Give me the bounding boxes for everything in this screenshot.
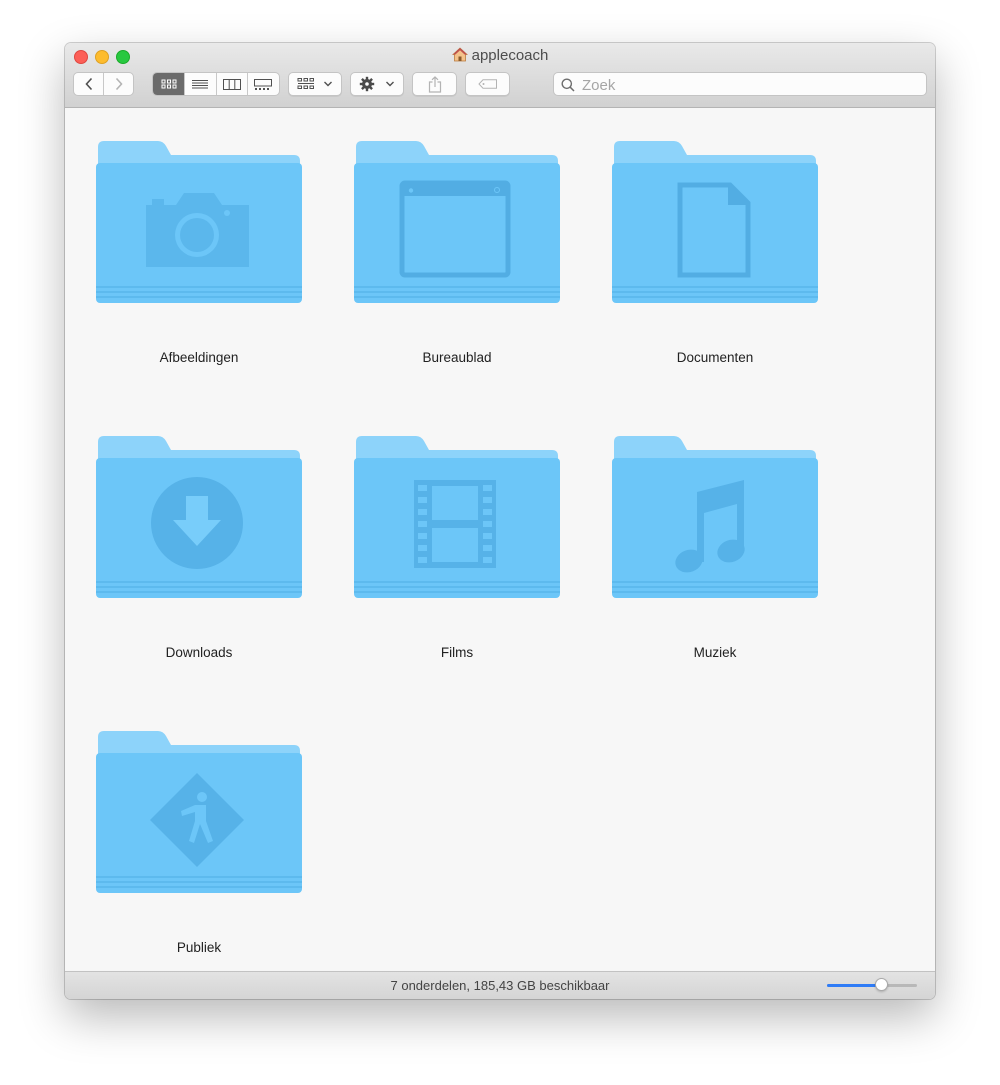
chevron-left-icon [85, 77, 92, 91]
folder-label: Downloads [165, 645, 233, 660]
view-mode-control [152, 72, 280, 96]
slider-knob[interactable] [875, 978, 888, 991]
navigation-buttons [73, 72, 134, 96]
action-menu-button[interactable] [350, 72, 404, 96]
film-strip-icon [414, 480, 496, 568]
folder-item-muziek[interactable]: Muziek [610, 430, 820, 660]
gallery-view-icon [254, 78, 273, 90]
folder-label: Publiek [176, 940, 222, 955]
back-button[interactable] [74, 73, 105, 95]
tag-icon [477, 79, 497, 89]
search-icon [561, 78, 575, 92]
column-view-icon [222, 78, 241, 90]
icon-view-icon [161, 79, 177, 89]
chevron-right-icon [115, 77, 123, 91]
folder-label: Films [440, 645, 474, 660]
folder-item-documenten[interactable]: Documenten [610, 135, 820, 365]
public-folder-icon [96, 731, 302, 893]
folder-grid: Afbeeldingen Bureaublad Documenten Downl… [65, 108, 935, 970]
icon-size-slider[interactable] [827, 978, 917, 991]
list-view-icon [192, 79, 209, 88]
home-icon [451, 47, 468, 62]
icon-view-button[interactable] [153, 73, 186, 95]
desktop-folder-icon [354, 141, 560, 303]
finder-window: applecoach Zoek Afbeeldingen Bureaublad … [65, 43, 935, 999]
folder-label: Documenten [676, 350, 754, 365]
share-button[interactable] [412, 72, 457, 96]
share-icon [428, 75, 441, 93]
list-view-button[interactable] [185, 73, 217, 95]
gear-icon [359, 76, 375, 92]
folder-item-downloads[interactable]: Downloads [94, 430, 304, 660]
tag-button[interactable] [465, 72, 510, 96]
chevron-down-icon [386, 81, 394, 87]
gallery-view-button[interactable] [248, 73, 279, 95]
music-folder-icon [612, 436, 818, 598]
slider-fill [827, 984, 881, 987]
search-input[interactable] [580, 75, 914, 95]
forward-button[interactable] [104, 73, 133, 95]
status-bar: 7 onderdelen, 185,43 GB beschikbaar [65, 971, 935, 999]
documents-folder-icon [612, 141, 818, 303]
films-folder-icon [354, 436, 560, 598]
window-title-text: applecoach [471, 47, 549, 64]
folder-label: Muziek [693, 645, 737, 660]
folder-item-publiek[interactable]: Publiek [94, 725, 304, 955]
search-field[interactable] [553, 72, 927, 96]
toolbar: applecoach [65, 43, 935, 108]
folder-label: Afbeeldingen [159, 350, 239, 365]
folder-item-films[interactable]: Films [352, 430, 562, 660]
column-view-button[interactable] [217, 73, 248, 95]
chevron-down-icon [324, 81, 332, 87]
window-title: applecoach [65, 47, 935, 64]
folder-item-bureaublad[interactable]: Bureaublad [352, 135, 562, 365]
group-grid-icon [297, 78, 314, 89]
folder-item-afbeeldingen[interactable]: Afbeeldingen [94, 135, 304, 365]
download-arrow-icon [151, 477, 243, 569]
downloads-folder-icon [96, 436, 302, 598]
group-by-button[interactable] [288, 72, 342, 96]
camera-folder-icon [96, 141, 302, 303]
status-text: 7 onderdelen, 185,43 GB beschikbaar [390, 978, 610, 993]
folder-label: Bureaublad [422, 350, 492, 365]
